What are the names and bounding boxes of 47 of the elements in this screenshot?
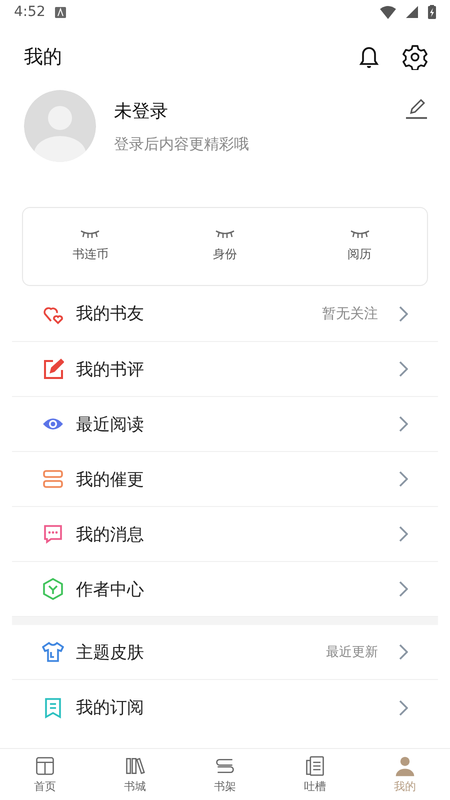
chevron-right-icon <box>398 581 408 597</box>
menu-item[interactable]: 最近阅读 <box>12 397 438 452</box>
status-time: 4:52 <box>14 4 46 20</box>
menu-item[interactable]: 我的催更 <box>12 452 438 507</box>
stacked-books-icon <box>42 468 64 490</box>
user-name[interactable]: 未登录 <box>114 98 384 122</box>
person-icon <box>394 755 416 777</box>
tab-item[interactable]: 吐槽 <box>270 749 360 800</box>
wifi-icon <box>380 6 396 18</box>
menu-item-value: 暂无关注 <box>322 304 378 322</box>
chevron-right-icon <box>398 416 408 432</box>
bookmark-icon <box>42 696 64 718</box>
menu-item[interactable]: 我的书评 <box>12 342 438 397</box>
chevron-right-icon <box>398 700 408 716</box>
cube-icon <box>42 578 64 600</box>
pencil-icon[interactable] <box>404 96 430 122</box>
books-icon <box>124 755 146 777</box>
stat-item[interactable]: 书连币 <box>23 208 158 285</box>
closed-eye-icon <box>350 230 370 238</box>
stat-item[interactable]: 阅历 <box>292 208 428 285</box>
chevron-right-icon <box>398 471 408 487</box>
page-title: 我的 <box>24 45 63 70</box>
closed-eye-icon <box>215 230 235 238</box>
notification-icon <box>55 6 66 18</box>
settings-icon[interactable] <box>402 44 428 70</box>
tab-item[interactable]: 书架 <box>180 749 270 800</box>
stat-item[interactable]: 身份 <box>158 208 292 285</box>
menu-item-value: 最近更新 <box>326 644 378 661</box>
menu-item[interactable]: 主题皮肤 最近更新 <box>12 625 438 680</box>
t-shirt-icon <box>42 641 64 663</box>
chevron-right-icon <box>398 361 408 377</box>
battery-icon <box>428 5 436 19</box>
chevron-right-icon <box>398 306 408 322</box>
edit-icon <box>42 358 64 380</box>
closed-eye-icon <box>80 230 100 238</box>
chevron-right-icon <box>398 644 408 660</box>
menu-item[interactable]: 我的书友 暂无关注 <box>12 286 438 342</box>
menu-item[interactable]: 我的消息 <box>12 507 438 562</box>
menu-item[interactable]: 我的订阅 <box>12 680 438 735</box>
chat-bubble-icon <box>42 523 64 545</box>
tab-item[interactable]: 首页 <box>0 749 90 800</box>
signal-icon <box>406 6 418 18</box>
chevron-right-icon <box>398 526 408 542</box>
house-icon <box>34 755 56 777</box>
tab-item[interactable]: 书城 <box>90 749 180 800</box>
newspaper-icon <box>304 755 326 777</box>
login-hint: 登录后内容更精彩哦 <box>114 134 250 154</box>
